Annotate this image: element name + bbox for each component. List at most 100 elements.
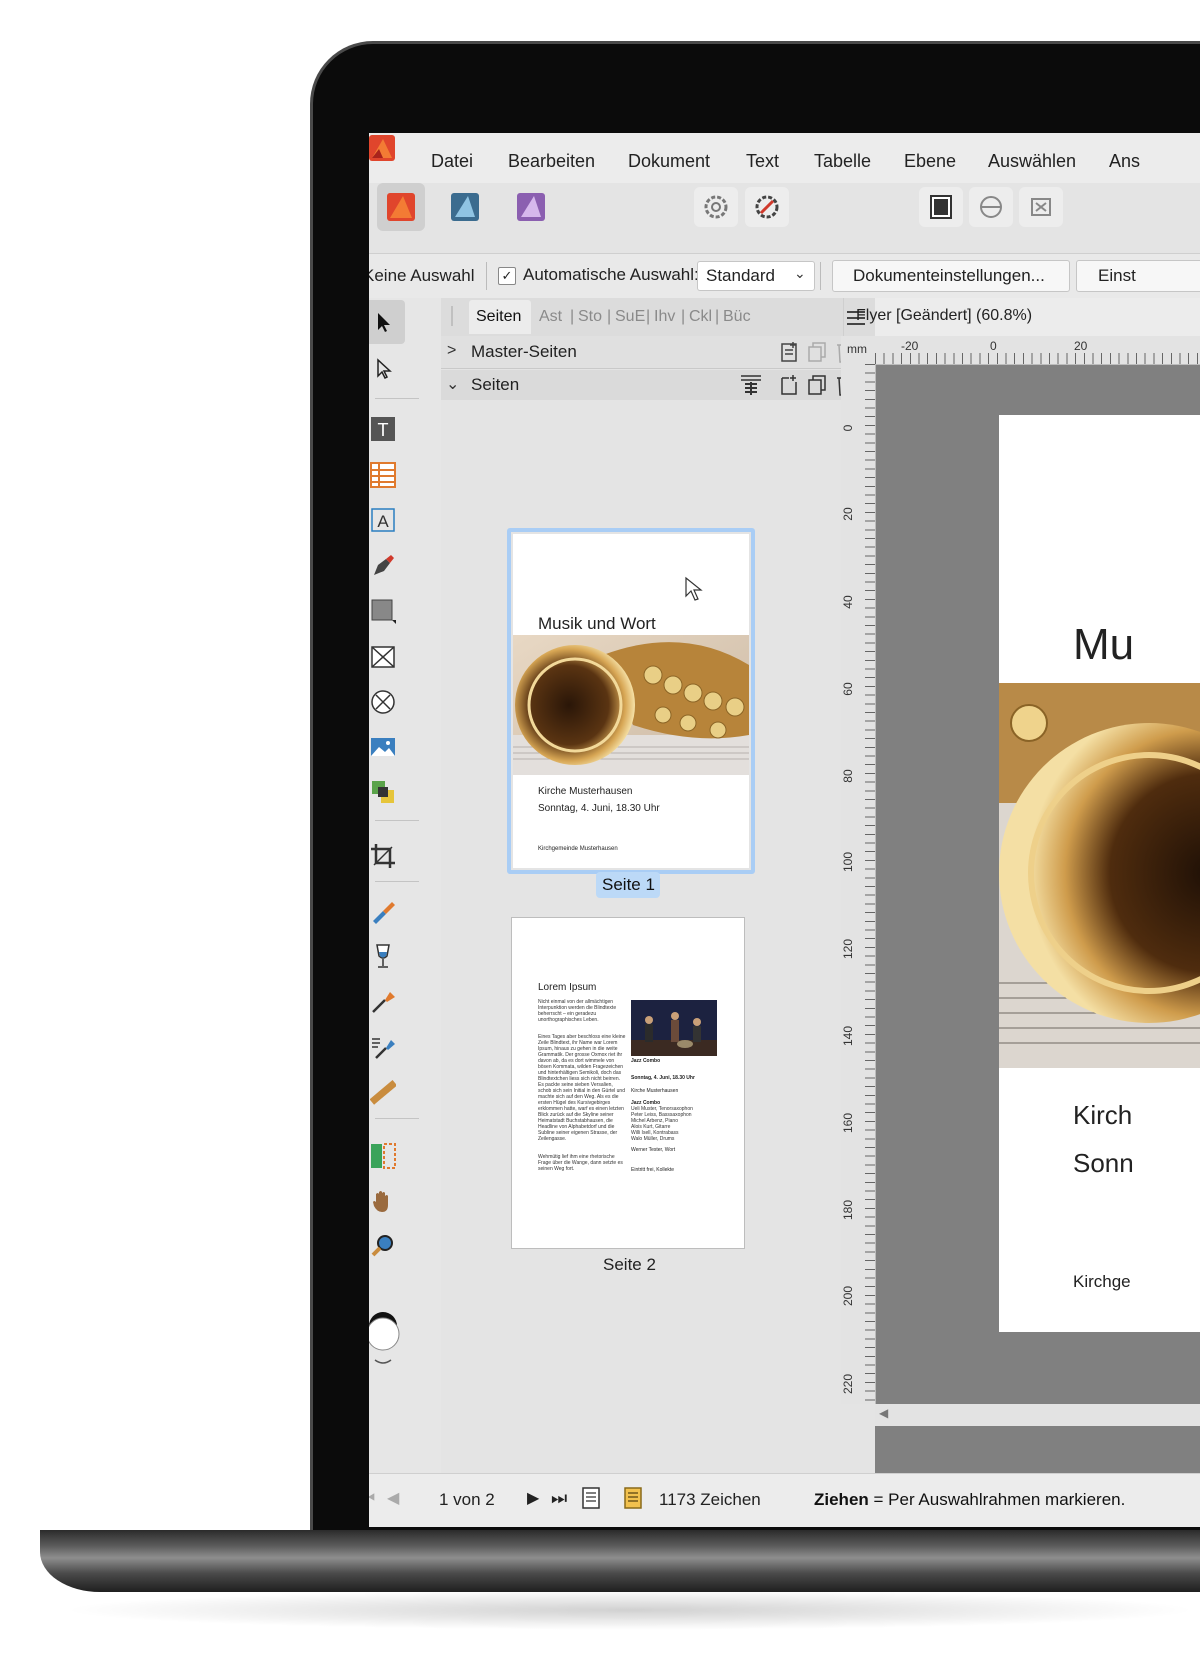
duplicate-master-icon[interactable] [807,341,827,363]
measure-tool-icon[interactable] [369,1074,401,1110]
ruler-ticks [865,364,875,1404]
view-mode-hidden-icon[interactable] [1019,187,1063,227]
zoom-tool-icon[interactable] [369,1228,401,1264]
tab-sue[interactable]: SuE [615,308,645,326]
ruler-label: 140 [841,1025,855,1047]
crop-tool-icon[interactable] [369,838,401,874]
menu-tabelle[interactable]: Tabelle [814,151,871,172]
auto-select-dropdown[interactable]: Standard ⌄ [697,261,815,291]
add-master-icon[interactable] [779,341,799,363]
document-settings-label: Dokumenteinstellungen... [853,266,1045,285]
add-page-icon[interactable] [779,374,799,396]
svg-text:T: T [378,420,389,440]
page2-body-3: Wehmütig lief ihm eine rhetorische Frage… [538,1154,623,1172]
app-window: Datei Bearbeiten Dokument Text Tabelle E… [369,133,1200,1527]
divider [820,262,821,290]
menu-auswaehlen[interactable]: Auswählen [988,151,1076,172]
menu-ansicht[interactable]: Ans [1109,151,1140,172]
svg-text:A: A [377,512,389,531]
duplicate-page-icon[interactable] [807,374,827,396]
ruler-label: -20 [901,339,919,353]
tab-seiten[interactable]: Seiten [469,300,531,334]
ruler-label: 20 [841,507,855,521]
page1-line2: Sonntag, 4. Juni, 18.30 Uhr [538,803,660,814]
place-image-tool-icon[interactable] [369,729,401,765]
ruler-label: 0 [841,424,855,432]
page1-footer: Kirchgemeinde Musterhausen [538,846,618,852]
first-page-icon[interactable]: ⏮ [369,1488,375,1509]
document-settings-button[interactable]: Dokumenteinstellungen... [832,260,1070,292]
last-page-icon[interactable]: ⏭ [551,1488,567,1509]
tab-separator: | [681,308,686,325]
auto-select-value: Standard [706,266,775,285]
page1-title: Musik und Wort [538,614,656,633]
context-toolbar: Keine Auswahl ✓ Automatische Auswahl: St… [369,254,1200,299]
photo-persona-button[interactable] [507,183,555,231]
settings-gear-icon[interactable] [694,187,738,227]
scroll-left-icon[interactable]: ◀ [879,1406,888,1420]
page2-body-1: Nicht einmal von der allmächtigen Interp… [538,999,617,1023]
pen-tool-icon[interactable] [369,548,401,584]
move-tool-icon[interactable] [369,300,405,344]
designer-persona-button[interactable] [441,183,489,231]
format-painter-tool-icon[interactable] [369,1029,401,1065]
auto-select-checkbox[interactable]: ✓ [498,267,516,285]
page-view-icon[interactable] [581,1486,601,1510]
picture-frame-ellipse-tool-icon[interactable] [369,684,401,720]
ruler-unit: mm [847,342,867,356]
color-swatch-fill-stroke[interactable] [369,1308,401,1368]
page-canvas[interactable]: Mu Kirch Sonn Kirchge [999,415,1200,1332]
frame-text-tool-icon[interactable]: T [369,411,401,447]
hand-tool-icon[interactable] [369,1183,401,1219]
tab-buec[interactable]: Büc [723,308,751,326]
tab-ast[interactable]: Ast [539,308,562,326]
master-pages-header[interactable]: > Master-Seiten [441,336,861,369]
pages-header[interactable]: ⌄ Seiten [441,370,861,400]
hint-text: = Per Auswahlrahmen markieren. [868,1490,1126,1509]
page-1-label: Seite 1 [602,875,655,894]
view-mode-bleed-icon[interactable] [969,187,1013,227]
tab-sto[interactable]: Sto [578,308,602,326]
table-of-contents-tool-icon[interactable] [369,1138,401,1174]
app-logo-icon [369,135,395,161]
horizontal-ruler[interactable]: mm -20 0 20 [841,336,1200,365]
transparency-tool-icon[interactable] [369,938,401,974]
settings-button[interactable]: Einst [1076,260,1200,292]
artistic-text-tool-icon[interactable]: A [369,502,401,538]
document-tab[interactable]: Flyer [Geändert] (60.8%) [843,298,1200,337]
menu-bearbeiten[interactable]: Bearbeiten [508,151,595,172]
spread-icon[interactable] [739,374,763,396]
next-page-icon[interactable]: ▶ [527,1488,539,1508]
page-1-thumbnail[interactable]: Musik und Wort Kirche Musterhausen Sonnt… [507,528,755,874]
fill-tool-icon[interactable] [369,893,401,929]
panel-grip[interactable] [451,306,453,326]
menu-datei[interactable]: Datei [431,151,473,172]
laptop-shadow [60,1590,1200,1630]
divider [375,1118,419,1119]
page-2-thumbnail[interactable]: Lorem Ipsum Nicht einmal von der allmäch… [511,917,745,1249]
rectangle-tool-icon[interactable] [369,593,401,629]
menu-dokument[interactable]: Dokument [628,151,710,172]
canvas-footer: Kirchge [1073,1272,1131,1291]
selection-status: Keine Auswahl [369,266,475,285]
picture-frame-rectangle-tool-icon[interactable] [369,639,401,675]
snapping-icon[interactable] [745,187,789,227]
publisher-persona-button[interactable] [377,183,425,231]
menu-ebene[interactable]: Ebene [904,151,956,172]
menu-text[interactable]: Text [746,151,779,172]
ruler-label: 120 [841,938,855,960]
page2-title: Lorem Ipsum [538,982,597,993]
vertical-ruler[interactable]: 0 20 40 60 80 100 120 140 160 180 200 22… [841,364,876,1404]
tab-ckl[interactable]: Ckl [689,308,712,326]
ruler-label: 40 [841,595,855,609]
color-picker-tool-icon[interactable] [369,984,401,1020]
view-mode-normal-icon[interactable] [919,187,963,227]
image-crop-tool-icon[interactable] [369,774,401,810]
node-tool-icon[interactable] [369,350,401,386]
previous-page-icon[interactable]: ◀ [387,1488,399,1508]
horizontal-scrollbar[interactable]: ◀ [875,1404,1200,1426]
text-stats-icon[interactable] [623,1486,643,1510]
table-tool-icon[interactable] [369,457,401,493]
tab-ihv[interactable]: Ihv [654,308,675,326]
tools-panel: T A [369,298,442,1473]
